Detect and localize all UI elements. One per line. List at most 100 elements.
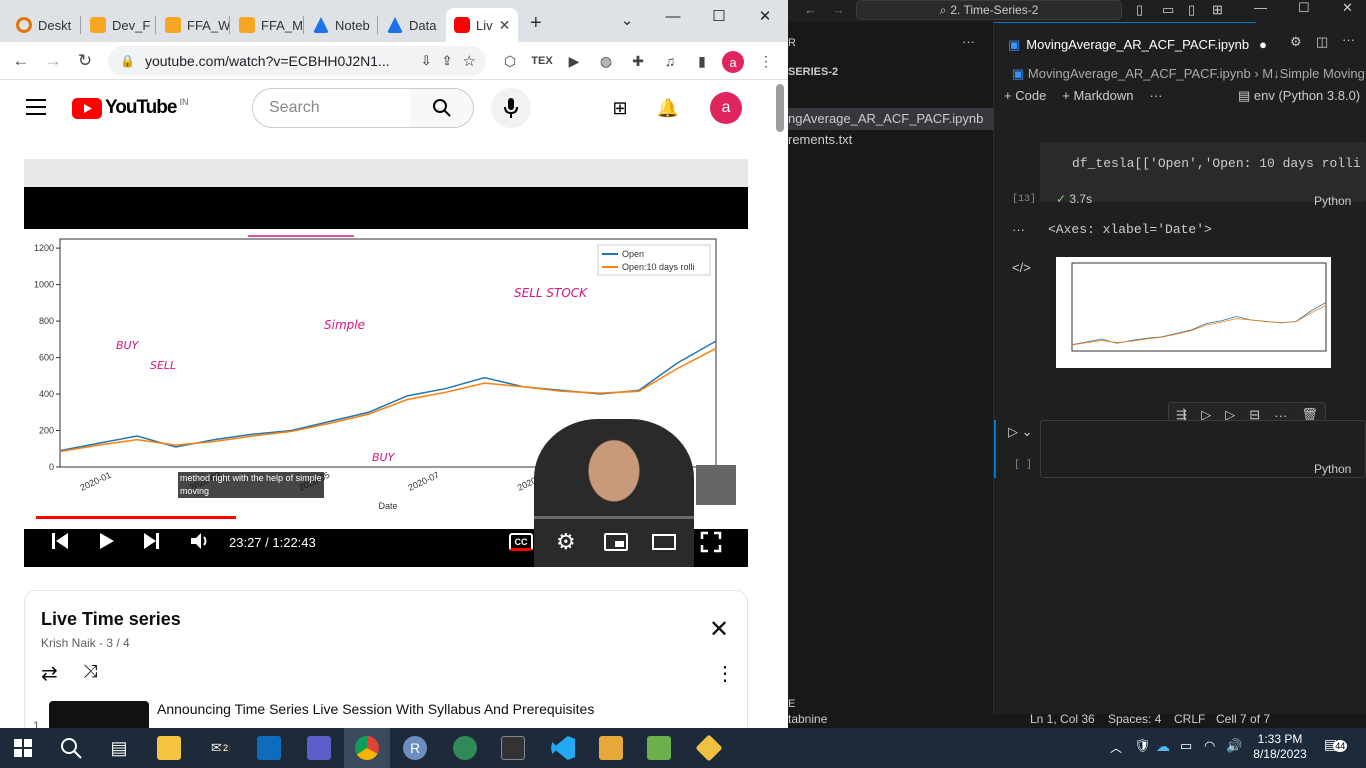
address-bar[interactable]: 🔒 youtube.com/watch?v=ECBHH0J2N1... ⇩ ⇪ … (108, 46, 486, 76)
extension-tex-icon[interactable]: TEX (531, 51, 552, 71)
battery-icon[interactable]: ▭ (1180, 738, 1192, 754)
teams-icon[interactable] (296, 728, 342, 768)
notifications-bell-icon[interactable]: 🔔 (656, 96, 680, 120)
youtube-logo[interactable]: YouTube IN (72, 97, 188, 119)
cursor-position[interactable]: Ln 1, Col 36 (1030, 714, 1095, 726)
tab-notebook-active[interactable]: ▣ MovingAverage_AR_ACF_PACF.ipynb ● (994, 22, 1267, 66)
toolbar-more-icon[interactable]: ··· (1149, 88, 1162, 103)
snipping-tool-icon[interactable] (588, 728, 634, 768)
taskbar-search-icon[interactable] (48, 728, 94, 768)
create-video-icon[interactable]: ⊞ (608, 96, 632, 120)
search-input[interactable]: Search (252, 88, 411, 128)
side-panel-icon[interactable]: ▮ (692, 51, 712, 71)
vscode-maximize-button[interactable]: ☐ (1298, 0, 1310, 16)
fullscreen-icon[interactable] (700, 531, 722, 553)
shuffle-icon[interactable]: ⤨ (83, 661, 97, 682)
search-button[interactable] (410, 88, 474, 128)
output-code-icon[interactable]: </> (1012, 260, 1031, 275)
extension-play-icon[interactable]: ▶ (564, 51, 584, 71)
back-button[interactable]: ← (8, 48, 34, 74)
volume-tray-icon[interactable]: 🔊 (1226, 738, 1242, 754)
close-window-button[interactable]: ✕ (742, 0, 788, 32)
file-explorer-icon[interactable] (146, 728, 192, 768)
install-icon[interactable]: ⇩ (421, 53, 432, 69)
layout-sidebar-icon[interactable]: ▯ (1136, 2, 1143, 18)
tab-data[interactable]: Data (379, 8, 449, 42)
explorer-more-icon[interactable]: ··· (962, 34, 975, 49)
page-scrollbar[interactable] (776, 84, 784, 132)
close-icon[interactable]: ✕ (709, 615, 729, 644)
minimize-button[interactable]: — (650, 0, 696, 32)
playlist-menu-icon[interactable]: ⋮ (715, 661, 735, 686)
mail-icon[interactable]: ✉ 2 (198, 728, 244, 768)
extension-cube-icon[interactable]: ⬡ (500, 51, 520, 71)
unsaved-dot-icon[interactable]: ● (1259, 37, 1267, 52)
loop-icon[interactable]: ⇄ (41, 661, 58, 686)
onedrive-icon[interactable]: ☁ (1156, 738, 1170, 755)
split-editor-icon[interactable]: ◫ (1316, 34, 1328, 50)
vscode-minimize-button[interactable]: — (1254, 0, 1267, 15)
empty-cell-language[interactable]: Python (1314, 462, 1351, 476)
close-tab-icon[interactable]: ✕ (499, 17, 511, 34)
profile-avatar[interactable]: a (722, 51, 744, 73)
file-notebook-selected[interactable]: ngAverage_AR_ACF_PACF.ipynb (788, 108, 994, 130)
playlist-title[interactable]: Live Time series (41, 609, 181, 630)
extension-globe-icon[interactable]: ◍ (596, 51, 616, 71)
maximize-button[interactable]: ☐ (696, 0, 742, 32)
file-requirements[interactable]: rements.txt (788, 132, 852, 147)
tab-ffa-m[interactable]: FFA_M (231, 8, 303, 42)
reload-button[interactable]: ↻ (72, 48, 98, 74)
wifi-icon[interactable]: ◠ (1204, 738, 1215, 754)
tabnine-status[interactable]: tabnine (788, 714, 827, 726)
layout-panel-icon[interactable]: ▭ (1162, 2, 1174, 18)
hamburger-menu-icon[interactable] (26, 99, 46, 115)
charts-app-icon[interactable] (636, 728, 682, 768)
layout-aux-icon[interactable]: ▯ (1188, 2, 1195, 18)
tab-search-icon[interactable]: ⌄ (604, 4, 650, 36)
customize-layout-icon[interactable]: ⊞ (1212, 2, 1223, 18)
add-markdown-button[interactable]: + Markdown (1062, 88, 1133, 103)
next-icon[interactable] (140, 529, 162, 553)
output-more-icon[interactable]: ··· (1012, 222, 1025, 237)
indentation[interactable]: Spaces: 4 (1108, 714, 1161, 726)
media-control-icon[interactable]: ♫ (660, 51, 680, 71)
bookmark-star-icon[interactable]: ☆ (463, 52, 476, 70)
forward-button[interactable]: → (40, 48, 66, 74)
command-center-search[interactable]: ⌕ 2. Time-Series-2 (856, 0, 1122, 20)
globe-app-icon[interactable] (442, 728, 488, 768)
terminal-icon[interactable] (490, 728, 536, 768)
nav-forward-icon[interactable]: → (832, 2, 845, 17)
theater-mode-icon[interactable] (652, 534, 676, 550)
nav-back-icon[interactable]: ← (804, 2, 817, 17)
tab-ffa-w[interactable]: FFA_W (157, 8, 229, 42)
captions-button[interactable]: CC (509, 533, 533, 551)
video-progress-bar[interactable] (36, 516, 736, 519)
video-player[interactable]: 0200400600800100012002020-012020-032020-… (24, 159, 748, 567)
show-hidden-icons[interactable]: ︿ (1110, 739, 1122, 756)
youtube-avatar[interactable]: a (710, 92, 742, 124)
security-icon[interactable]: 🛡 (1134, 738, 1151, 754)
vscode-close-button[interactable]: ✕ (1342, 0, 1353, 16)
miniplayer-icon[interactable] (604, 533, 628, 551)
outlook-icon[interactable] (246, 728, 292, 768)
git-app-icon[interactable] (686, 728, 732, 768)
breadcrumb-cell[interactable]: M↓Simple Moving A (1262, 66, 1366, 81)
volume-icon[interactable] (188, 529, 212, 553)
share-icon[interactable]: ⇪ (442, 53, 453, 69)
breadcrumb-file[interactable]: MovingAverage_AR_ACF_PACF.ipynb (1028, 66, 1251, 81)
task-view-icon[interactable]: ▤ (96, 728, 142, 768)
voice-search-button[interactable] (491, 88, 531, 128)
tab-desktop[interactable]: Deskt (8, 8, 78, 42)
windows-start-icon[interactable] (0, 728, 46, 768)
editor-settings-icon[interactable]: ⚙ (1290, 34, 1302, 50)
play-icon[interactable] (96, 529, 118, 553)
cell-language[interactable]: Python (1314, 194, 1351, 208)
add-code-button[interactable]: + Code (1004, 88, 1046, 103)
vscode-taskbar-icon[interactable] (540, 728, 586, 768)
tab-dev[interactable]: Dev_F (82, 8, 154, 42)
editor-more-icon[interactable]: ··· (1342, 32, 1355, 47)
tab-youtube-active[interactable]: Liv ✕ (446, 8, 518, 42)
extensions-puzzle-icon[interactable]: ✚ (628, 51, 648, 71)
previous-icon[interactable] (50, 529, 72, 553)
playlist-item-thumbnail[interactable] (49, 701, 149, 728)
